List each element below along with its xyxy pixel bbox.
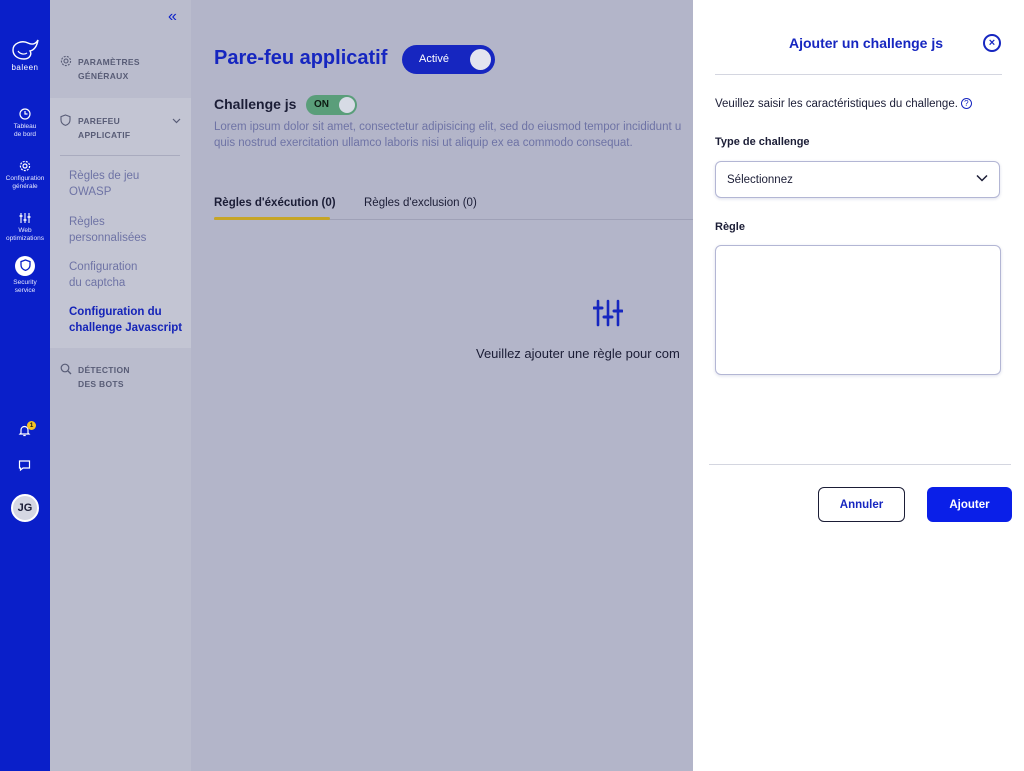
rail-item-label: Web (18, 227, 32, 234)
rail-item-config[interactable]: Configuration générale (0, 160, 50, 191)
link-label: challenge Javascript (69, 322, 183, 334)
link-label: Configuration du (69, 306, 162, 318)
panel-title: Ajouter un challenge js (789, 35, 944, 51)
rail-item-dashboard[interactable]: Tableau de bord (0, 108, 50, 139)
section-label: GÉNÉRAUX (78, 71, 129, 81)
page-title: Pare-feu applicatif (214, 47, 388, 69)
rule-label: Règle (715, 221, 745, 233)
notification-badge: 1 (27, 421, 36, 430)
challenge-type-select[interactable]: Sélectionnez (715, 161, 1000, 198)
active-tab-indicator (214, 217, 330, 220)
rail-item-label: générale (12, 183, 38, 190)
toggle-knob (339, 97, 355, 113)
whale-logo-icon (12, 39, 39, 60)
firewall-toggle[interactable]: Activé (402, 45, 495, 74)
search-icon (60, 363, 72, 375)
sliders-icon (593, 299, 623, 327)
section-label: DÉTECTION (78, 365, 130, 375)
section-label: PAREFEU (78, 116, 121, 126)
rail-item-web-optimizations[interactable]: Web optimizations (0, 212, 50, 243)
app-rail: baleen Tableau de bord Configuration gén… (0, 0, 50, 541)
link-label: Configuration (69, 261, 138, 273)
chevron-down-icon (976, 174, 988, 182)
panel-intro: Veuillez saisir les caractéristiques du … (715, 98, 972, 110)
sliders-icon (19, 213, 31, 223)
link-label: Règles de jeu (69, 170, 140, 182)
chat-icon[interactable] (18, 459, 31, 472)
section-bot-detection[interactable]: DÉTECTION DES BOTS (60, 363, 130, 391)
link-label: personnalisées (69, 232, 147, 244)
type-label: Type de challenge (715, 136, 810, 148)
section-general-settings[interactable]: PARAMÈTRES GÉNÉRAUX (60, 55, 140, 83)
subnav-link-captcha[interactable]: Configuration du captcha (69, 259, 137, 291)
divider (709, 464, 1011, 465)
add-challenge-panel: Ajouter un challenge js × Veuillez saisi… (693, 0, 1024, 771)
cancel-button[interactable]: Annuler (818, 487, 905, 522)
section-label: APPLICATIF (78, 130, 131, 140)
section-label: DES BOTS (78, 379, 124, 389)
rail-item-security-service[interactable]: Security service (0, 256, 50, 295)
chevron-down-icon[interactable] (172, 118, 181, 124)
rail-item-label: Security (13, 279, 37, 286)
rail-item-label: Tableau (13, 123, 37, 130)
toggle-knob (470, 49, 491, 70)
help-icon[interactable]: ? (960, 98, 972, 110)
subnav-link-owasp[interactable]: Règles de jeu OWASP (69, 168, 139, 200)
link-label: Règles (69, 216, 105, 228)
toggle-label: Activé (419, 53, 449, 65)
rail-item-label: optimizations (6, 235, 44, 242)
close-icon[interactable]: × (983, 34, 1001, 52)
intro-text: Veuillez saisir les caractéristiques du … (715, 98, 958, 110)
rail-item-label: Configuration (5, 175, 45, 182)
brand-name: baleen (11, 63, 39, 72)
clock-icon (19, 108, 31, 120)
description-line: quis nostrud exercitation ullamco labori… (214, 137, 633, 149)
link-label: du captcha (69, 277, 126, 289)
rail-item-label: de bord (13, 131, 37, 138)
divider (715, 74, 1002, 75)
gear-icon (60, 55, 72, 67)
section-label: PARAMÈTRES (78, 57, 140, 67)
toggle-label: ON (314, 99, 329, 110)
subnav-link-custom-rules[interactable]: Règles personnalisées (69, 214, 146, 246)
shield-icon (19, 258, 31, 271)
empty-state-text: Veuillez ajouter une règle pour com (476, 346, 680, 361)
active-indicator (15, 256, 35, 276)
shield-icon (60, 114, 71, 126)
section-app-firewall[interactable]: PAREFEU APPLICATIF (60, 114, 130, 142)
description-line: Lorem ipsum dolor sit amet, consectetur … (214, 121, 682, 133)
select-value: Sélectionnez (727, 174, 793, 186)
user-avatar[interactable]: JG (11, 494, 39, 522)
baleen-logo[interactable]: baleen (7, 38, 43, 72)
link-label: OWASP (69, 186, 112, 198)
subnav-link-js-challenge[interactable]: Configuration du challenge Javascript (69, 304, 182, 336)
app-rail-bottom (0, 541, 50, 771)
rule-textarea[interactable] (715, 245, 1001, 375)
rail-item-label: service (14, 287, 36, 294)
challenge-js-toggle[interactable]: ON (306, 95, 357, 115)
gear-icon (19, 160, 31, 172)
tab-execution-rules[interactable]: Règles d'éxécution (0) (214, 197, 336, 209)
description: Lorem ipsum dolor sit amet, consectetur … (214, 119, 693, 151)
collapse-sidebar-icon[interactable]: « (168, 8, 177, 26)
divider (60, 155, 180, 156)
add-button[interactable]: Ajouter (927, 487, 1012, 522)
tab-exclusion-rules[interactable]: Règles d'exclusion (0) (364, 197, 477, 209)
section-title: Challenge js (214, 96, 297, 112)
main-content: Pare-feu applicatif Activé Challenge js … (191, 0, 693, 771)
